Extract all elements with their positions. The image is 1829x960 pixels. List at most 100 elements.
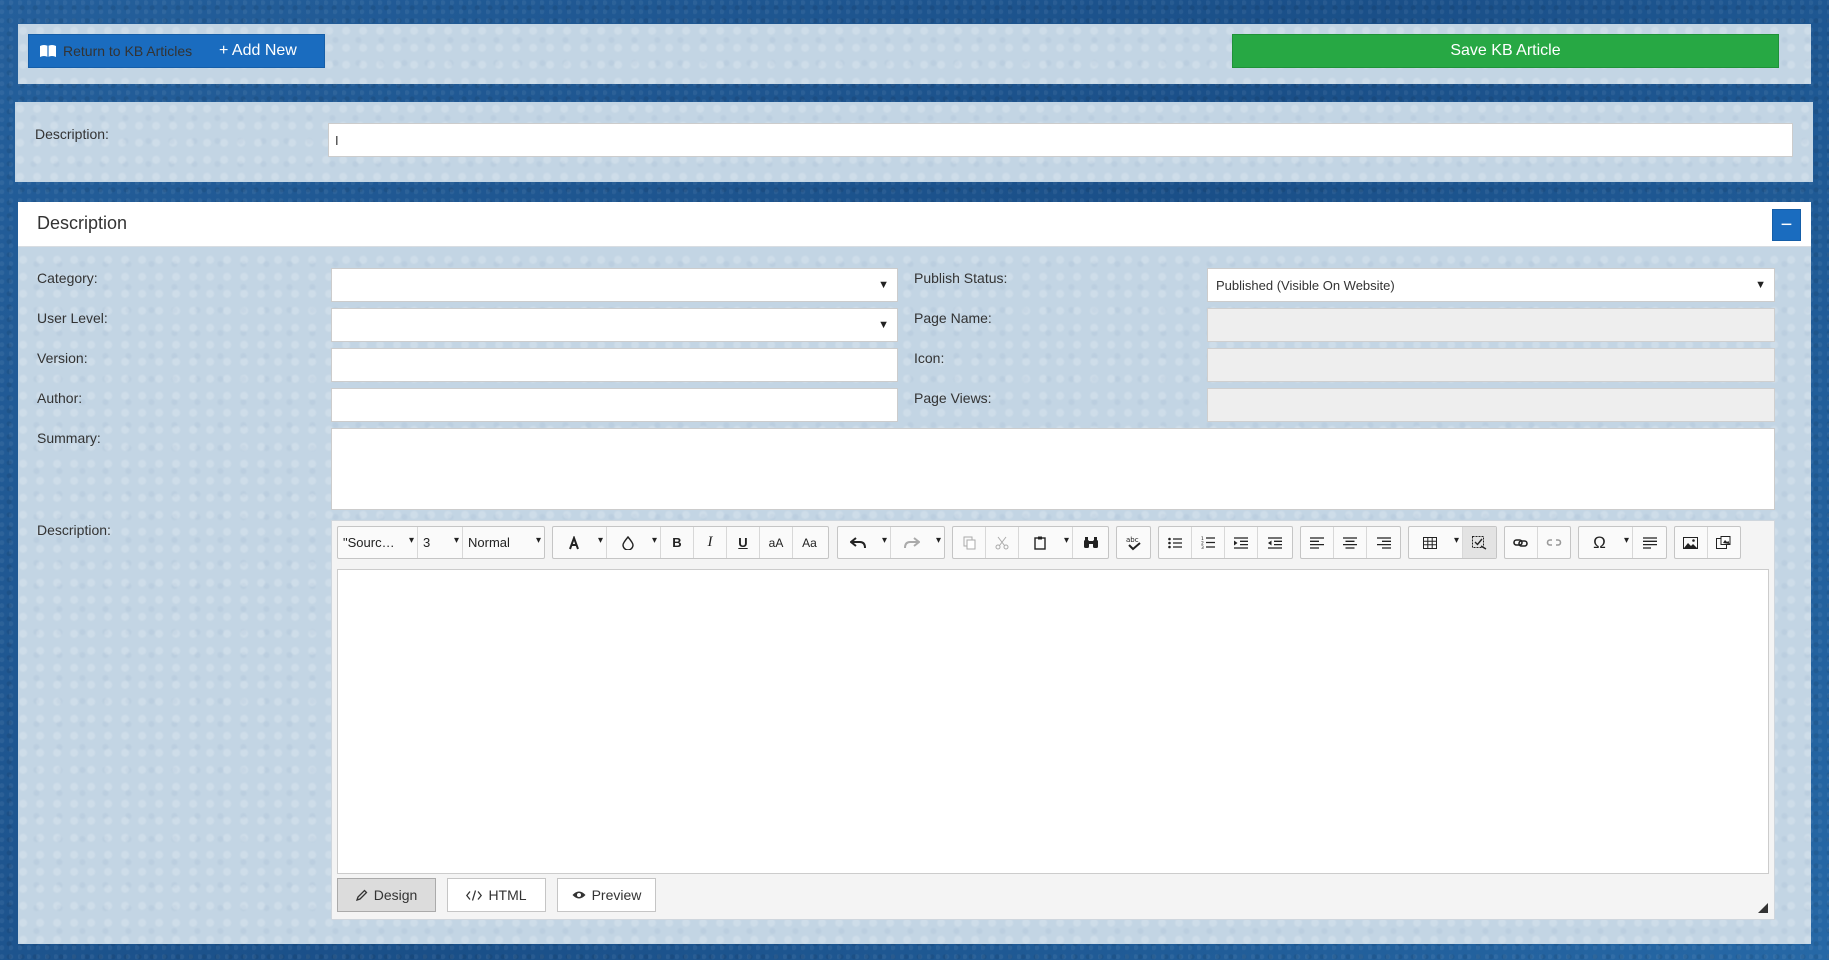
description-input[interactable]: I bbox=[328, 123, 1793, 157]
save-kb-article-button[interactable]: Save KB Article bbox=[1232, 34, 1779, 68]
spellcheck-button[interactable]: abc bbox=[1117, 527, 1150, 558]
table-icon bbox=[1422, 536, 1437, 549]
description-label: Description: bbox=[35, 126, 109, 142]
font-size-dropdown[interactable]: 3 bbox=[418, 527, 463, 558]
history-group bbox=[837, 526, 945, 559]
publish-status-select[interactable]: Published (Visible On Website) ▼ bbox=[1207, 268, 1775, 302]
card-body: Category: ▼ User Level: ▼ Version: Autho… bbox=[18, 247, 1811, 944]
svg-text:3: 3 bbox=[1201, 545, 1204, 549]
html-mode-label: HTML bbox=[488, 887, 527, 903]
summary-textarea[interactable] bbox=[331, 428, 1775, 510]
eye-icon bbox=[572, 890, 586, 900]
paragraph-button[interactable] bbox=[1633, 527, 1666, 558]
link-icon bbox=[1512, 537, 1529, 549]
svg-text:abc: abc bbox=[1126, 536, 1139, 544]
editor-content-area[interactable] bbox=[337, 569, 1769, 874]
preview-mode-button[interactable]: Preview bbox=[557, 878, 656, 912]
font-name-dropdown[interactable]: "Sourc… bbox=[338, 527, 418, 558]
align-right-icon bbox=[1376, 536, 1391, 549]
find-button[interactable] bbox=[1073, 527, 1108, 558]
bold-button[interactable]: B bbox=[661, 527, 694, 558]
outdent-button[interactable] bbox=[1258, 527, 1291, 558]
category-select[interactable]: ▼ bbox=[331, 268, 898, 302]
design-mode-label: Design bbox=[373, 887, 418, 903]
align-center-icon bbox=[1343, 536, 1357, 549]
resize-handle[interactable] bbox=[1758, 903, 1768, 913]
table-group bbox=[1408, 526, 1497, 559]
chevron-down-icon: ▼ bbox=[878, 279, 889, 291]
indent-icon bbox=[1234, 536, 1248, 549]
publish-status-label: Publish Status: bbox=[914, 270, 1008, 286]
insert-group: Ω bbox=[1578, 526, 1667, 559]
table-button[interactable] bbox=[1409, 527, 1463, 558]
align-center-button[interactable] bbox=[1334, 527, 1367, 558]
indent-button[interactable] bbox=[1225, 527, 1258, 558]
media-group bbox=[1674, 526, 1741, 559]
editor-toolbar: "Sourc… 3 Normal B I U aA Aa bbox=[332, 521, 1774, 563]
html-mode-button[interactable]: HTML bbox=[447, 878, 546, 912]
lowercase-button[interactable]: aA bbox=[760, 527, 793, 558]
pencil-icon bbox=[355, 889, 368, 901]
numbered-list-icon: 123 bbox=[1201, 536, 1215, 549]
italic-button[interactable]: I bbox=[694, 527, 727, 558]
clipboard-group bbox=[952, 526, 1109, 559]
collapse-button[interactable]: − bbox=[1772, 209, 1801, 241]
page-name-input bbox=[1207, 308, 1775, 342]
media-button[interactable] bbox=[1708, 527, 1741, 558]
unlink-icon bbox=[1546, 537, 1562, 549]
redo-button[interactable] bbox=[891, 527, 944, 558]
highlight-icon bbox=[621, 535, 634, 550]
page-views-label: Page Views: bbox=[914, 390, 992, 406]
undo-icon bbox=[850, 536, 866, 549]
version-input[interactable] bbox=[331, 348, 898, 382]
author-label: Author: bbox=[37, 390, 83, 406]
image-icon bbox=[1683, 536, 1699, 549]
paste-button[interactable] bbox=[1019, 527, 1073, 558]
link-group bbox=[1504, 526, 1571, 559]
page-name-label: Page Name: bbox=[914, 310, 992, 326]
align-left-button[interactable] bbox=[1301, 527, 1334, 558]
description-editor-label: Description: bbox=[37, 522, 111, 538]
list-group: 123 bbox=[1158, 526, 1293, 559]
font-color-icon bbox=[567, 535, 581, 550]
bullet-list-button[interactable] bbox=[1159, 527, 1192, 558]
code-icon bbox=[466, 889, 483, 901]
font-group: "Sourc… 3 Normal bbox=[337, 526, 545, 559]
return-label: Return to KB Articles bbox=[63, 43, 193, 59]
cut-button[interactable] bbox=[986, 527, 1019, 558]
image-button[interactable] bbox=[1675, 527, 1708, 558]
design-mode-button[interactable]: Design bbox=[337, 878, 436, 912]
add-new-button[interactable]: + Add New bbox=[219, 35, 297, 67]
undo-button[interactable] bbox=[838, 527, 892, 558]
icon-label: Icon: bbox=[914, 350, 945, 366]
card-header: Description − bbox=[18, 202, 1811, 247]
preview-mode-label: Preview bbox=[591, 887, 642, 903]
author-input[interactable] bbox=[331, 388, 898, 422]
change-case-button[interactable]: Aa bbox=[793, 527, 826, 558]
highlight-color-button[interactable] bbox=[607, 527, 661, 558]
media-icon bbox=[1716, 535, 1731, 550]
link-button[interactable] bbox=[1505, 527, 1538, 558]
font-color-button[interactable] bbox=[553, 527, 607, 558]
description-row: Description: I bbox=[15, 102, 1813, 182]
align-right-button[interactable] bbox=[1367, 527, 1400, 558]
user-level-select[interactable]: ▼ bbox=[331, 308, 898, 342]
chevron-down-icon: ▼ bbox=[878, 319, 889, 331]
special-char-icon: Ω bbox=[1593, 532, 1606, 552]
book-icon bbox=[39, 44, 57, 58]
spellcheck-icon: abc bbox=[1125, 535, 1143, 551]
user-level-label: User Level: bbox=[37, 310, 108, 326]
special-char-button[interactable]: Ω bbox=[1579, 527, 1633, 558]
format-dropdown[interactable]: Normal bbox=[463, 527, 544, 558]
rich-text-editor: "Sourc… 3 Normal B I U aA Aa bbox=[331, 520, 1775, 920]
top-toolbar: Return to KB Articles + Add New Save KB … bbox=[18, 24, 1811, 84]
underline-button[interactable]: U bbox=[727, 527, 760, 558]
show-formatting-button[interactable] bbox=[1463, 527, 1496, 558]
return-to-kb-articles-button[interactable]: Return to KB Articles + Add New bbox=[28, 34, 325, 68]
version-label: Version: bbox=[37, 350, 88, 366]
numbered-list-button[interactable]: 123 bbox=[1192, 527, 1225, 558]
chevron-down-icon: ▼ bbox=[1755, 279, 1766, 291]
copy-button[interactable] bbox=[953, 527, 986, 558]
paragraph-icon bbox=[1642, 536, 1657, 549]
unlink-button[interactable] bbox=[1538, 527, 1571, 558]
